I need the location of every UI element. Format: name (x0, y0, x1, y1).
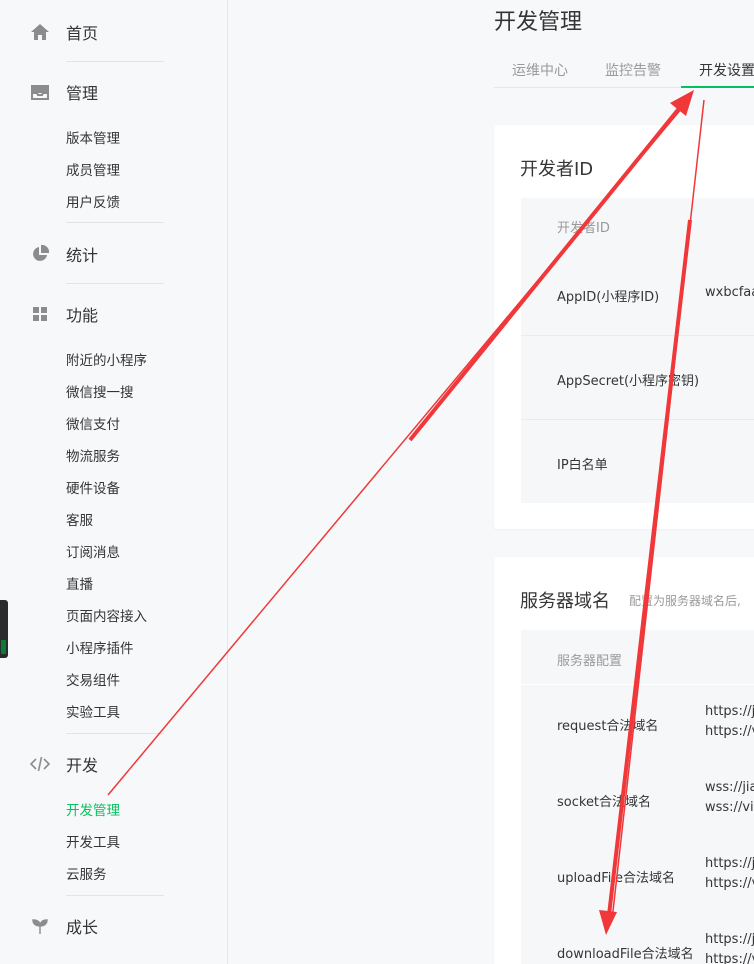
page-title: 开发管理 (494, 10, 583, 35)
row-label-appid: AppID(小程序ID) (557, 290, 660, 305)
menu-stats[interactable]: 统计 (30, 242, 98, 266)
divider (66, 895, 164, 896)
row-divider (521, 335, 754, 336)
row-divider (521, 419, 754, 420)
menu-growth[interactable]: 成长 (30, 914, 98, 938)
divider (66, 222, 164, 223)
row-label-upload: uploadFile合法域名 (557, 871, 676, 886)
menu-home-label: 首页 (66, 24, 99, 43)
sidebar-item-pay[interactable]: 微信支付 (66, 413, 120, 433)
menu-manage-label: 管理 (66, 84, 99, 103)
menu-home[interactable]: 首页 (30, 20, 98, 44)
menu-stats-label: 统计 (66, 246, 99, 265)
sprout-icon (32, 919, 48, 934)
server-domain-title: 服务器域名 (520, 591, 610, 612)
row-value-socket-1: wss://jia (705, 780, 754, 795)
row-value-appid: wxbcfaa (705, 285, 754, 300)
annotation-arrowhead-up (670, 90, 694, 116)
row-value-socket-2: wss://vip (705, 800, 754, 815)
sidebar-item-version[interactable]: 版本管理 (66, 127, 120, 147)
row-label-request: request合法域名 (557, 719, 659, 734)
row-value-request-1: https://ji (705, 704, 754, 719)
divider (66, 733, 164, 734)
divider (66, 283, 164, 284)
inbox-icon (31, 85, 49, 100)
row-label-download: downloadFile合法域名 (557, 947, 694, 962)
menu-dev[interactable]: 开发 (30, 752, 98, 776)
table-header: 服务器配置 (557, 654, 623, 669)
sidebar-item-plugin[interactable]: 小程序插件 (66, 637, 134, 657)
sidebar-item-nearby[interactable]: 附近的小程序 (66, 349, 147, 369)
row-value-download-2: https://v (705, 952, 754, 964)
row-value-upload-2: https://v (705, 876, 754, 891)
sidebar-item-search[interactable]: 微信搜一搜 (66, 381, 134, 401)
sidebar-item-hardware[interactable]: 硬件设备 (66, 477, 120, 497)
tab-dev-settings[interactable]: 开发设置 (699, 60, 754, 80)
menu-manage[interactable]: 管理 (30, 80, 98, 104)
developer-id-title: 开发者ID (520, 159, 594, 180)
sidebar-item-dev-tools[interactable]: 开发工具 (66, 831, 120, 851)
menu-growth-label: 成长 (66, 918, 99, 937)
sidebar-item-members[interactable]: 成员管理 (66, 159, 120, 179)
tab-bar: 运维中心 监控告警 开发设置 (494, 48, 754, 88)
sidebar-item-service[interactable]: 客服 (66, 509, 93, 529)
pie-chart-icon (33, 244, 50, 261)
menu-features-label: 功能 (66, 306, 99, 325)
sidebar-item-cloud[interactable]: 云服务 (66, 863, 107, 883)
home-icon (31, 24, 49, 40)
row-label-appsecret: AppSecret(小程序密钥) (557, 374, 700, 389)
floating-edge-widget[interactable] (0, 600, 8, 658)
row-value-upload-1: https://ji (705, 856, 754, 871)
menu-features[interactable]: 功能 (30, 302, 98, 326)
divider (66, 61, 164, 62)
row-value-download-1: https://ji (705, 932, 754, 947)
sidebar-item-dev-manage[interactable]: 开发管理 (66, 799, 120, 819)
server-domain-note: 配置为服务器域名后, (629, 594, 741, 608)
sidebar: 首页 管理 版本管理 成员管理 用户反馈 统计 功能 附近的小程序 微信搜一搜 … (0, 0, 228, 964)
developer-id-card: 开发者ID 开发者ID AppID(小程序ID) wxbcfaa AppSecr… (494, 125, 754, 529)
sidebar-item-feedback[interactable]: 用户反馈 (66, 191, 120, 211)
row-value-request-2: https://v (705, 724, 754, 739)
sidebar-item-live[interactable]: 直播 (66, 573, 93, 593)
tab-active-indicator (681, 86, 754, 88)
sidebar-item-subscribe[interactable]: 订阅消息 (66, 541, 120, 561)
tab-monitor[interactable]: 监控告警 (605, 60, 661, 80)
grid-icon (33, 307, 47, 321)
sidebar-item-logistics[interactable]: 物流服务 (66, 445, 120, 465)
tab-ops[interactable]: 运维中心 (512, 60, 568, 80)
server-domain-card: 服务器域名 配置为服务器域名后, 服务器配置 request合法域名 https… (494, 557, 754, 964)
server-domain-table: 服务器配置 request合法域名 https://ji https://v s… (521, 630, 754, 964)
sidebar-item-page-content[interactable]: 页面内容接入 (66, 605, 147, 625)
row-label-ip-whitelist: IP白名单 (557, 458, 608, 473)
sidebar-item-lab[interactable]: 实验工具 (66, 701, 120, 721)
row-label-socket: socket合法域名 (557, 795, 652, 810)
menu-dev-label: 开发 (66, 756, 99, 775)
code-icon (30, 756, 50, 772)
table-header: 开发者ID (557, 221, 610, 236)
row-divider (521, 684, 754, 685)
developer-id-table: 开发者ID AppID(小程序ID) wxbcfaa AppSecret(小程序… (521, 198, 754, 503)
sidebar-item-trade[interactable]: 交易组件 (66, 669, 120, 689)
